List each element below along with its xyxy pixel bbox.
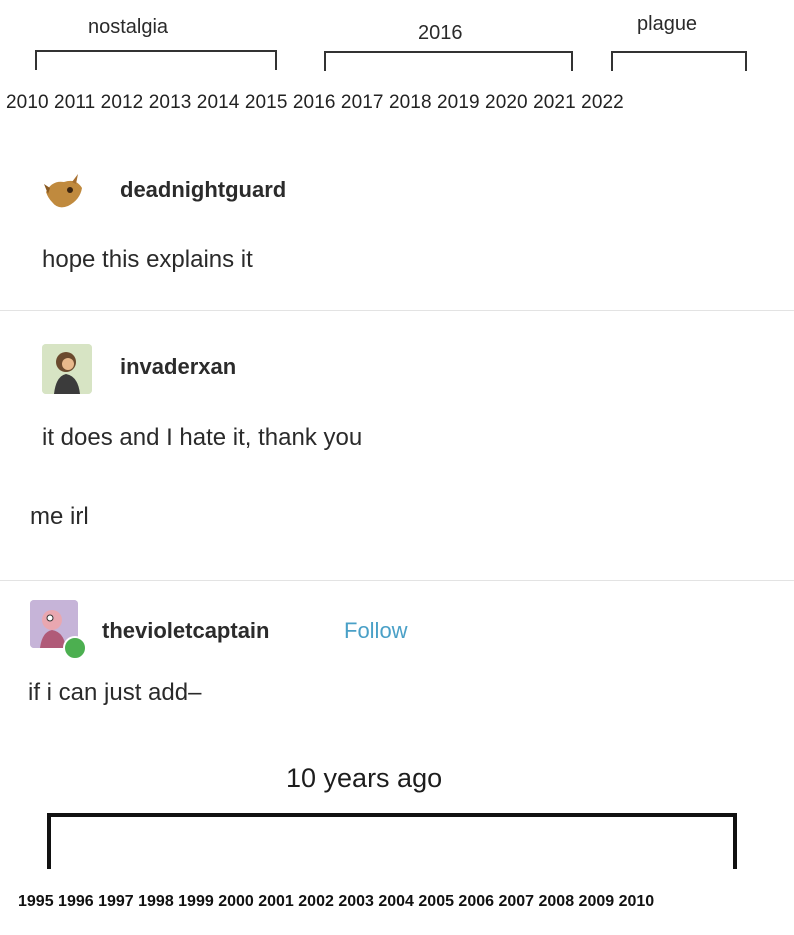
character-avatar-icon <box>42 344 92 394</box>
post-text: hope this explains it <box>42 246 253 273</box>
post-text: if i can just add– <box>28 679 202 706</box>
dog-avatar-icon <box>44 174 82 208</box>
bracket-10-years-ago <box>47 813 737 869</box>
post-deadnightguard: deadnightguard hope this explains it <box>0 160 794 310</box>
bracket-plague <box>611 51 747 71</box>
bracket-label-nostalgia: nostalgia <box>88 16 169 38</box>
avatar[interactable] <box>42 344 92 394</box>
bracket-nostalgia <box>35 50 277 70</box>
reblog-badge-icon <box>63 636 87 660</box>
post-caption: me irl <box>30 503 89 530</box>
bracket-label-plague: plague <box>637 13 698 35</box>
divider <box>0 310 794 311</box>
bracket-label-2016: 2016 <box>418 22 463 44</box>
username[interactable]: deadnightguard <box>120 177 286 203</box>
follow-button[interactable]: Follow <box>344 618 408 644</box>
bracket-2016 <box>324 51 573 71</box>
years-row-bottom: 1995 1996 1997 1998 1999 2000 2001 2002 … <box>18 893 655 910</box>
bottom-bracket-label: 10 years ago <box>286 763 443 793</box>
avatar[interactable] <box>42 170 86 214</box>
post-invaderxan: invaderxan it does and I hate it, thank … <box>0 340 794 580</box>
top-timeline: nostalgia 2016 plague 2010 2011 2012 201… <box>0 0 794 125</box>
username[interactable]: invaderxan <box>120 354 236 380</box>
post-text: it does and I hate it, thank you <box>42 424 363 451</box>
username[interactable]: thevioletcaptain <box>102 618 269 644</box>
post-thevioletcaptain: thevioletcaptain Follow if i can just ad… <box>0 598 794 713</box>
divider <box>0 580 794 581</box>
years-row-top: 2010 2011 2012 2013 2014 2015 2016 2017 … <box>6 92 624 113</box>
